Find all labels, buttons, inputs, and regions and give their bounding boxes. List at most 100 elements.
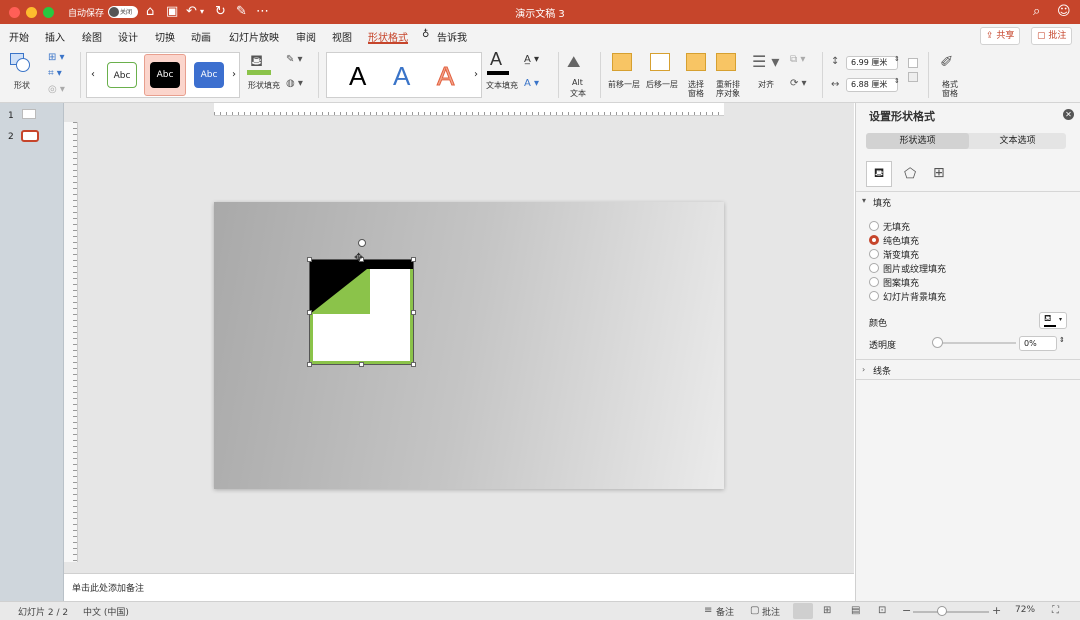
reorder-objects-icon[interactable]	[716, 53, 736, 71]
notes-placeholder[interactable]: 单击此处添加备注	[72, 581, 144, 594]
color-picker-button[interactable]: ⛾ ▾	[1039, 312, 1067, 329]
slideshow-icon[interactable]: ⊡	[878, 605, 886, 616]
height-stepper[interactable]: ⇕	[894, 55, 900, 63]
shape-fill-label[interactable]: 形状填充	[248, 80, 280, 91]
rotate-handle[interactable]	[358, 239, 366, 247]
slide-canvas[interactable]: ✥	[214, 202, 724, 489]
text-fill-label[interactable]: 文本填充	[486, 80, 518, 91]
transparency-input[interactable]: 0%	[1019, 336, 1057, 351]
bring-forward-label[interactable]: 前移一层	[608, 79, 640, 90]
resize-handle-w[interactable]	[307, 310, 312, 315]
transparency-slider-track[interactable]	[936, 342, 1016, 344]
tab-text-options[interactable]: 文本选项	[969, 133, 1066, 149]
resize-handle-e[interactable]	[411, 310, 416, 315]
chevron-right-icon[interactable]: ›	[862, 365, 865, 374]
language-indicator[interactable]: 中文 (中国)	[83, 605, 129, 618]
format-pane-label-2[interactable]: 窗格	[942, 88, 958, 99]
search-icon[interactable]: ⌕	[1033, 4, 1040, 20]
chevron-right-icon[interactable]: ›	[474, 69, 478, 80]
tab-review[interactable]: 审阅	[296, 29, 316, 44]
no-fill-label[interactable]: 无填充	[883, 220, 910, 233]
width-stepper[interactable]: ⇕	[894, 77, 900, 85]
text-fill-a-icon[interactable]: A	[490, 49, 502, 70]
picture-fill-label[interactable]: 图片或纹理填充	[883, 262, 946, 275]
notes-icon[interactable]: ≡	[704, 605, 712, 616]
shape-width-input[interactable]: 6.88 厘米	[846, 78, 898, 92]
slide-sorter-icon[interactable]: ⊞	[823, 605, 831, 616]
zoom-out-button[interactable]: −	[902, 604, 911, 617]
send-backward-icon[interactable]	[650, 53, 670, 71]
effects-icon[interactable]: ◍ ▾	[286, 78, 303, 89]
tab-home[interactable]: 开始	[9, 29, 29, 44]
slide-thumbnail-2[interactable]	[21, 130, 39, 142]
resize-handle-ne[interactable]	[411, 257, 416, 262]
vertical-ruler[interactable]	[64, 122, 78, 562]
alt-text-label-2[interactable]: 文本	[570, 88, 586, 99]
selection-pane-label-2[interactable]: 窗格	[688, 88, 704, 99]
horizontal-ruler[interactable]	[214, 103, 724, 116]
fill-section-header[interactable]: 填充	[873, 196, 891, 209]
alt-text-icon[interactable]: ⛰	[567, 52, 580, 72]
notes-pane[interactable]: 单击此处添加备注	[64, 573, 854, 601]
solid-fill-label[interactable]: 纯色填充	[883, 234, 919, 247]
fill-line-icon[interactable]: ⛾	[866, 161, 892, 187]
style-black-fill[interactable]: Abc	[150, 62, 180, 88]
align-label[interactable]: 对齐	[758, 79, 774, 90]
text-effects-icon[interactable]: A ▾	[524, 78, 539, 89]
size-properties-icon[interactable]: ⊞	[933, 165, 945, 181]
radio-slide-bg-fill[interactable]	[869, 291, 879, 301]
edit-shape-icon[interactable]: ⊞ ▾	[48, 52, 65, 63]
zoom-slider-thumb[interactable]	[937, 606, 947, 616]
resize-handle-nw[interactable]	[307, 257, 312, 262]
alt-text-label[interactable]: Alt	[572, 78, 583, 87]
resize-handle-sw[interactable]	[307, 362, 312, 367]
gradient-fill-label[interactable]: 渐变填充	[883, 248, 919, 261]
zoom-in-button[interactable]: +	[992, 604, 1001, 617]
line-section-header[interactable]: 线条	[873, 364, 891, 377]
tab-insert[interactable]: 插入	[45, 29, 65, 44]
comments-icon[interactable]: ▢	[750, 605, 759, 616]
merge-shapes-icon[interactable]: ◎ ▾	[48, 84, 65, 95]
normal-view-button[interactable]	[793, 603, 813, 619]
shapes-icon[interactable]	[10, 53, 32, 73]
wordart-orange[interactable]: A	[436, 61, 454, 92]
group-icon[interactable]: ⧉ ▾	[790, 54, 805, 65]
zoom-slider-track[interactable]	[913, 611, 989, 613]
transparency-slider-thumb[interactable]	[932, 337, 943, 348]
tab-shape-options[interactable]: 形状选项	[866, 133, 969, 149]
shape-height-input[interactable]: 6.99 厘米	[846, 56, 898, 70]
radio-gradient-fill[interactable]	[869, 249, 879, 259]
close-panel-icon[interactable]: ✕	[1063, 109, 1074, 120]
radio-picture-fill[interactable]	[869, 263, 879, 273]
textbox-icon[interactable]: ⌗ ▾	[48, 68, 62, 79]
wordart-black[interactable]: A	[349, 61, 366, 92]
resize-handle-se[interactable]	[411, 362, 416, 367]
chevron-right-icon[interactable]: ›	[232, 69, 236, 80]
radio-solid-fill[interactable]	[869, 235, 879, 245]
account-icon[interactable]: ☺	[1057, 4, 1071, 20]
send-backward-label[interactable]: 后移一层	[646, 79, 678, 90]
bring-forward-icon[interactable]	[612, 53, 632, 71]
wordart-blue[interactable]: A	[393, 61, 410, 92]
style-green-outline[interactable]: Abc	[107, 62, 137, 88]
tab-tell-me[interactable]: 告诉我	[437, 29, 467, 44]
chevron-left-icon[interactable]: ‹	[91, 69, 95, 80]
tab-view[interactable]: 视图	[332, 29, 352, 44]
text-outline-icon[interactable]: A̲ ▾	[524, 54, 539, 65]
rotate-icon[interactable]: ⟳ ▾	[790, 78, 807, 89]
reading-view-icon[interactable]: ▤	[851, 605, 860, 616]
chevron-down-icon[interactable]: ▾	[862, 196, 866, 205]
size-dialog-button[interactable]	[908, 72, 918, 82]
slide-thumbnail-1[interactable]	[22, 109, 36, 119]
slide-bg-fill-label[interactable]: 幻灯片背景填充	[883, 290, 946, 303]
share-button[interactable]: ⇪ 共享	[980, 27, 1021, 45]
comments-toggle[interactable]: 批注	[762, 605, 780, 618]
comments-button[interactable]: ▢ 批注	[1031, 27, 1073, 45]
selection-pane-icon[interactable]	[686, 53, 706, 71]
pen-outline-icon[interactable]: ✎ ▾	[286, 54, 303, 65]
radio-pattern-fill[interactable]	[869, 277, 879, 287]
align-icon[interactable]: ☰ ▾	[752, 52, 779, 71]
effects-pentagon-icon[interactable]: ⬠	[904, 166, 916, 182]
fit-to-window-icon[interactable]: ⛶	[1052, 605, 1059, 616]
tab-animations[interactable]: 动画	[191, 29, 211, 44]
